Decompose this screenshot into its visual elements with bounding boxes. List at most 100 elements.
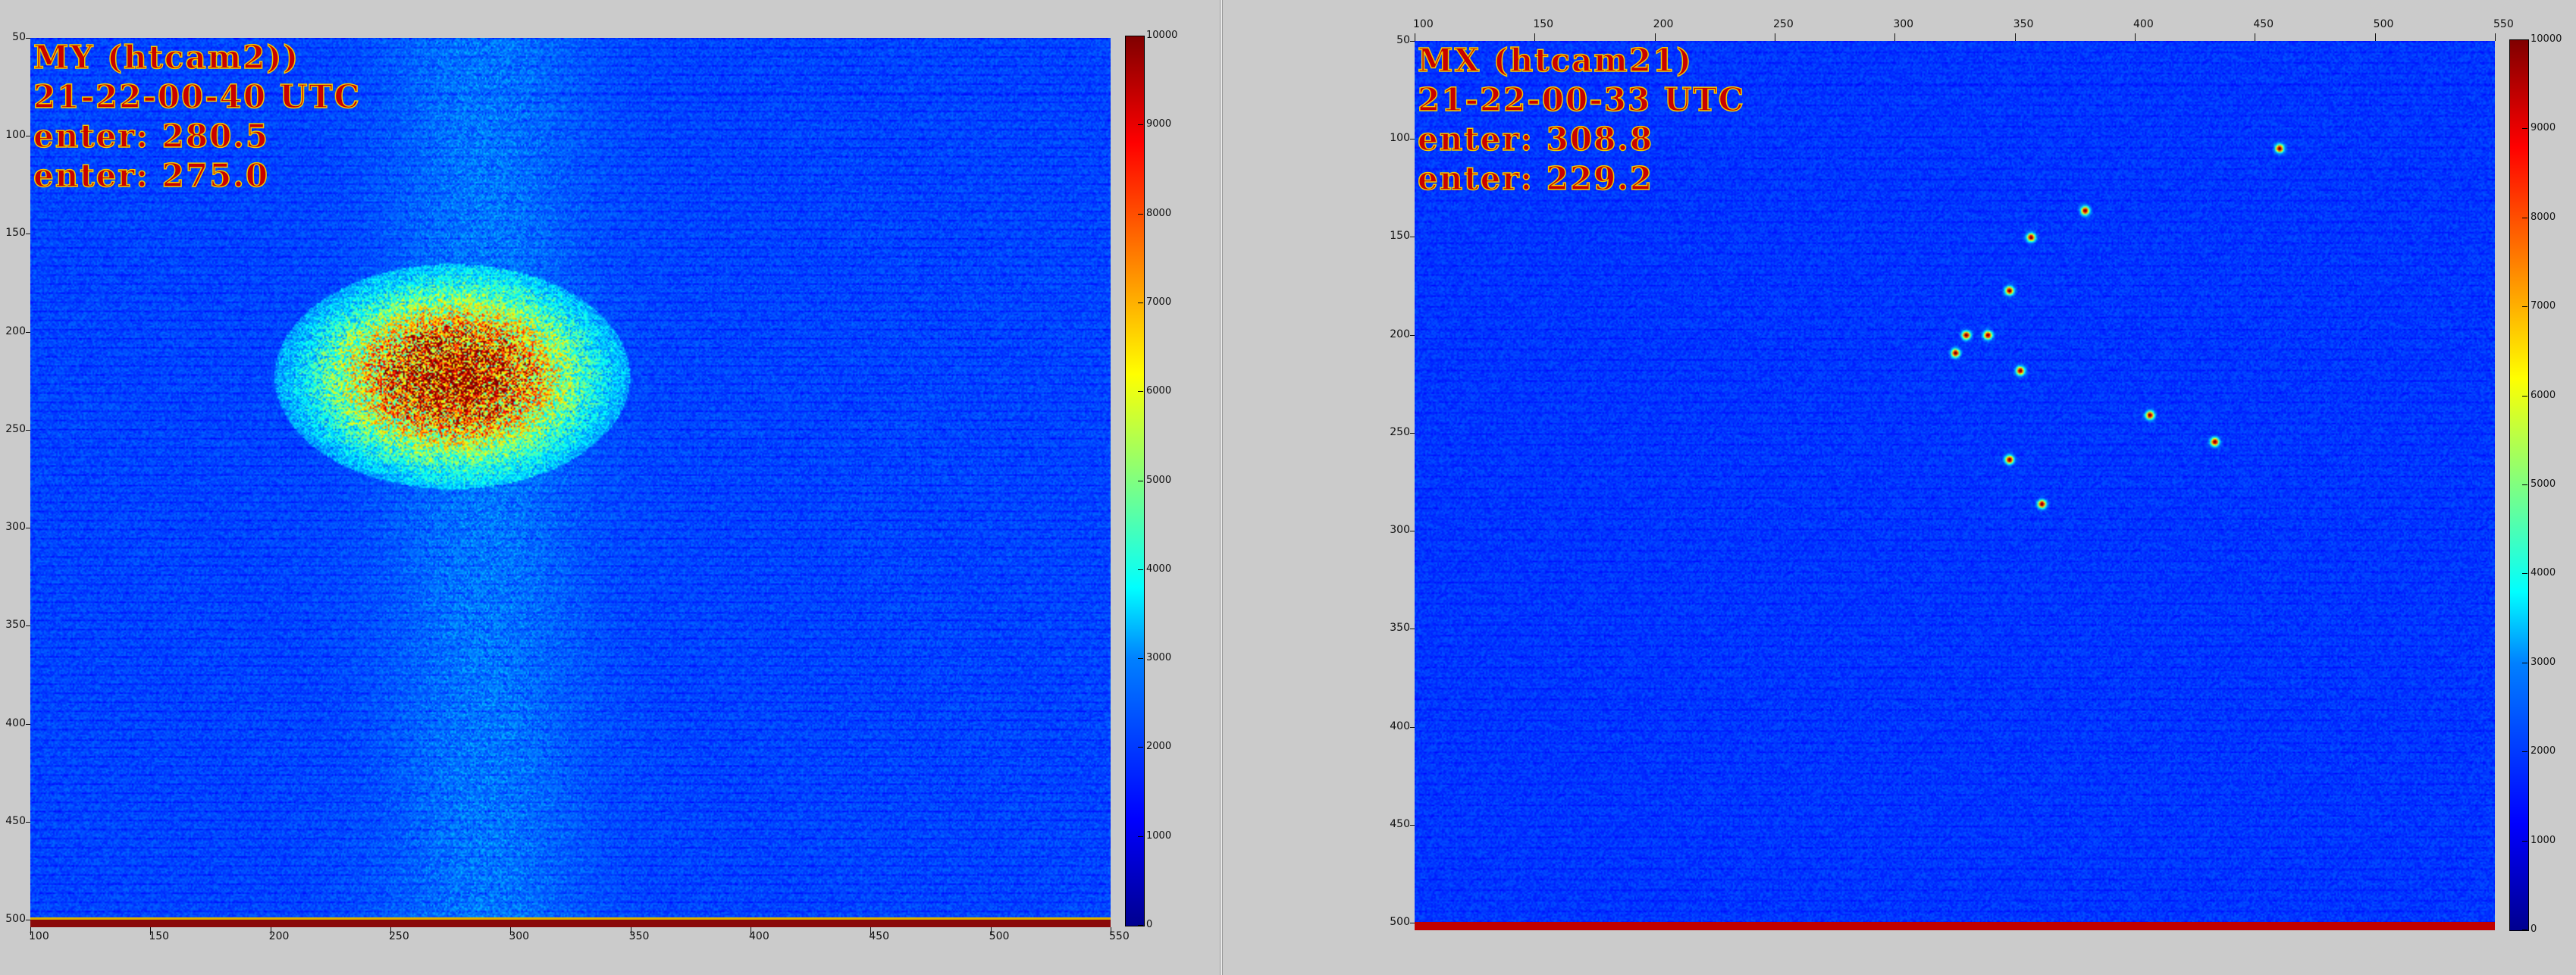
right-x-tick-label: 200 — [1653, 18, 1674, 30]
right-x-tick-mark — [2495, 33, 2496, 41]
right-overlay-title: MX (htcam21) — [1417, 41, 1694, 80]
right-x-tick-mark — [2014, 33, 2016, 41]
left-y-tick-mark — [26, 723, 30, 725]
left-x-tick-label: 550 — [1109, 930, 1130, 942]
left-y-tick-label: 200 — [5, 324, 26, 337]
right-colorbar-tick-label: 6000 — [2531, 389, 2556, 401]
right-colorbar-tick-mark — [2522, 39, 2527, 40]
left-x-tick-mark — [150, 927, 152, 935]
left-y-tick-label: 500 — [5, 913, 26, 925]
right-overlay-x-center: enter: 308.8 — [1417, 120, 1654, 158]
right-y-tick-mark — [1410, 432, 1415, 434]
left-x-tick-mark — [870, 927, 872, 935]
right-colorbar-tick-mark — [2522, 840, 2527, 842]
left-y-tick-mark — [26, 331, 30, 333]
right-camera-image[interactable]: MX (htcam21) 21-22-00-33 UTC enter: 308.… — [1415, 41, 2495, 930]
right-colorbar-tick-label: 3000 — [2531, 656, 2556, 668]
right-x-tick-label: 300 — [1893, 18, 1914, 30]
right-colorbar-tick-label: 7000 — [2531, 300, 2556, 312]
left-x-tick-mark — [30, 927, 31, 935]
left-overlay-text: MY (htcam2)) 21-22-00-40 UTC enter: 280.… — [33, 38, 361, 196]
left-overlay-x-center: enter: 280.5 — [33, 117, 270, 155]
left-colorbar-tick-label: 10000 — [1146, 30, 1178, 41]
left-x-tick-label: 250 — [389, 930, 409, 942]
left-colorbar — [1125, 36, 1145, 926]
right-y-tick-mark — [1410, 824, 1415, 826]
left-x-tick-mark — [510, 927, 512, 935]
right-colorbar-tick-label: 10000 — [2531, 33, 2562, 45]
right-colorbar-tick-label: 1000 — [2531, 834, 2556, 846]
left-y-tick-label: 100 — [5, 129, 26, 142]
right-overlay-timestamp: 21-22-00-33 UTC — [1417, 80, 1746, 119]
right-x-tick-mark — [1654, 33, 1656, 41]
left-y-tick-label: 50 — [12, 31, 26, 43]
right-y-tick-label: 350 — [1390, 622, 1410, 635]
right-y-tick-mark — [1410, 41, 1415, 42]
left-x-tick-mark — [390, 927, 391, 935]
right-x-tick-mark — [2135, 33, 2136, 41]
left-x-tick-label: 300 — [509, 930, 530, 942]
right-x-tick-label: 500 — [2373, 18, 2394, 30]
left-x-tick-mark — [990, 927, 992, 935]
right-colorbar-tick-label: 5000 — [2531, 478, 2556, 490]
left-colorbar-tick-label: 8000 — [1146, 207, 1172, 219]
left-x-tick-label: 400 — [749, 930, 769, 942]
right-x-tick-label: 100 — [1413, 18, 1434, 30]
left-x-tick-label: 200 — [268, 930, 290, 942]
left-colorbar-tick-mark — [1138, 925, 1143, 926]
right-y-tick-label: 500 — [1390, 916, 1410, 928]
left-colorbar-tick-mark — [1138, 124, 1143, 126]
left-colorbar-tick-label: 1000 — [1146, 829, 1172, 842]
left-overlay-title: MY (htcam2)) — [33, 38, 300, 77]
right-y-tick-label: 100 — [1390, 132, 1410, 145]
right-x-tick-label: 550 — [2493, 18, 2514, 30]
left-colorbar-tick-label: 6000 — [1146, 385, 1172, 397]
right-colorbar-tick-mark — [2522, 484, 2527, 485]
left-colorbar-tick-mark — [1138, 213, 1143, 215]
right-overlay-text: MX (htcam21) 21-22-00-33 UTC enter: 308.… — [1417, 41, 1746, 199]
right-colorbar-tick-label: 2000 — [2531, 745, 2556, 757]
left-y-tick-mark — [26, 821, 30, 823]
left-y-tick-label: 400 — [5, 716, 26, 729]
right-colorbar-tick-label: 4000 — [2531, 567, 2556, 579]
right-colorbar-tick-label: 9000 — [2531, 122, 2556, 134]
left-colorbar-tick-mark — [1138, 747, 1143, 748]
left-camera-image[interactable]: MY (htcam2)) 21-22-00-40 UTC enter: 280.… — [30, 38, 1111, 927]
left-x-tick-label: 100 — [29, 930, 49, 942]
left-y-tick-label: 350 — [5, 619, 26, 632]
right-y-tick-label: 300 — [1390, 524, 1410, 537]
right-y-tick-label: 450 — [1390, 817, 1410, 830]
left-x-tick-label: 150 — [149, 930, 170, 942]
right-colorbar-tick-mark — [2522, 751, 2527, 753]
left-colorbar-tick-label: 3000 — [1146, 652, 1172, 664]
left-y-tick-mark — [26, 429, 30, 431]
left-colorbar-tick-mark — [1138, 835, 1143, 837]
right-x-tick-mark — [1894, 33, 1896, 41]
right-y-tick-label: 150 — [1390, 230, 1410, 243]
right-bottom-strip — [1415, 922, 2495, 930]
right-x-tick-label: 400 — [2133, 18, 2154, 30]
right-y-tick-label: 400 — [1390, 719, 1410, 732]
left-colorbar-tick-label: 4000 — [1146, 563, 1172, 575]
left-colorbar-tick-label: 2000 — [1146, 741, 1172, 753]
right-colorbar — [2509, 39, 2529, 931]
right-colorbar-tick-mark — [2522, 573, 2527, 575]
left-y-tick-mark — [26, 38, 30, 39]
left-bottom-strip — [30, 917, 1111, 927]
right-x-tick-mark — [2374, 33, 2376, 41]
left-colorbar-tick-label: 5000 — [1146, 474, 1172, 486]
left-x-tick-label: 500 — [989, 930, 1010, 942]
left-colorbar-tick-mark — [1138, 391, 1143, 393]
right-x-tick-label: 450 — [2253, 18, 2274, 30]
right-colorbar-tick-mark — [2522, 128, 2527, 130]
left-colorbar-tick-label: 9000 — [1146, 118, 1172, 130]
right-y-tick-label: 250 — [1390, 425, 1410, 438]
right-x-tick-label: 250 — [1773, 18, 1794, 30]
left-overlay-y-center: enter: 275.0 — [33, 156, 270, 195]
right-y-tick-mark — [1410, 334, 1415, 336]
left-y-tick-label: 150 — [5, 227, 26, 240]
left-colorbar-tick-mark — [1138, 569, 1143, 570]
right-x-tick-label: 150 — [1533, 18, 1554, 30]
left-camera-pane: MY (htcam2)) 21-22-00-40 UTC enter: 280.… — [0, 0, 1220, 975]
right-x-tick-label: 350 — [2013, 18, 2034, 30]
